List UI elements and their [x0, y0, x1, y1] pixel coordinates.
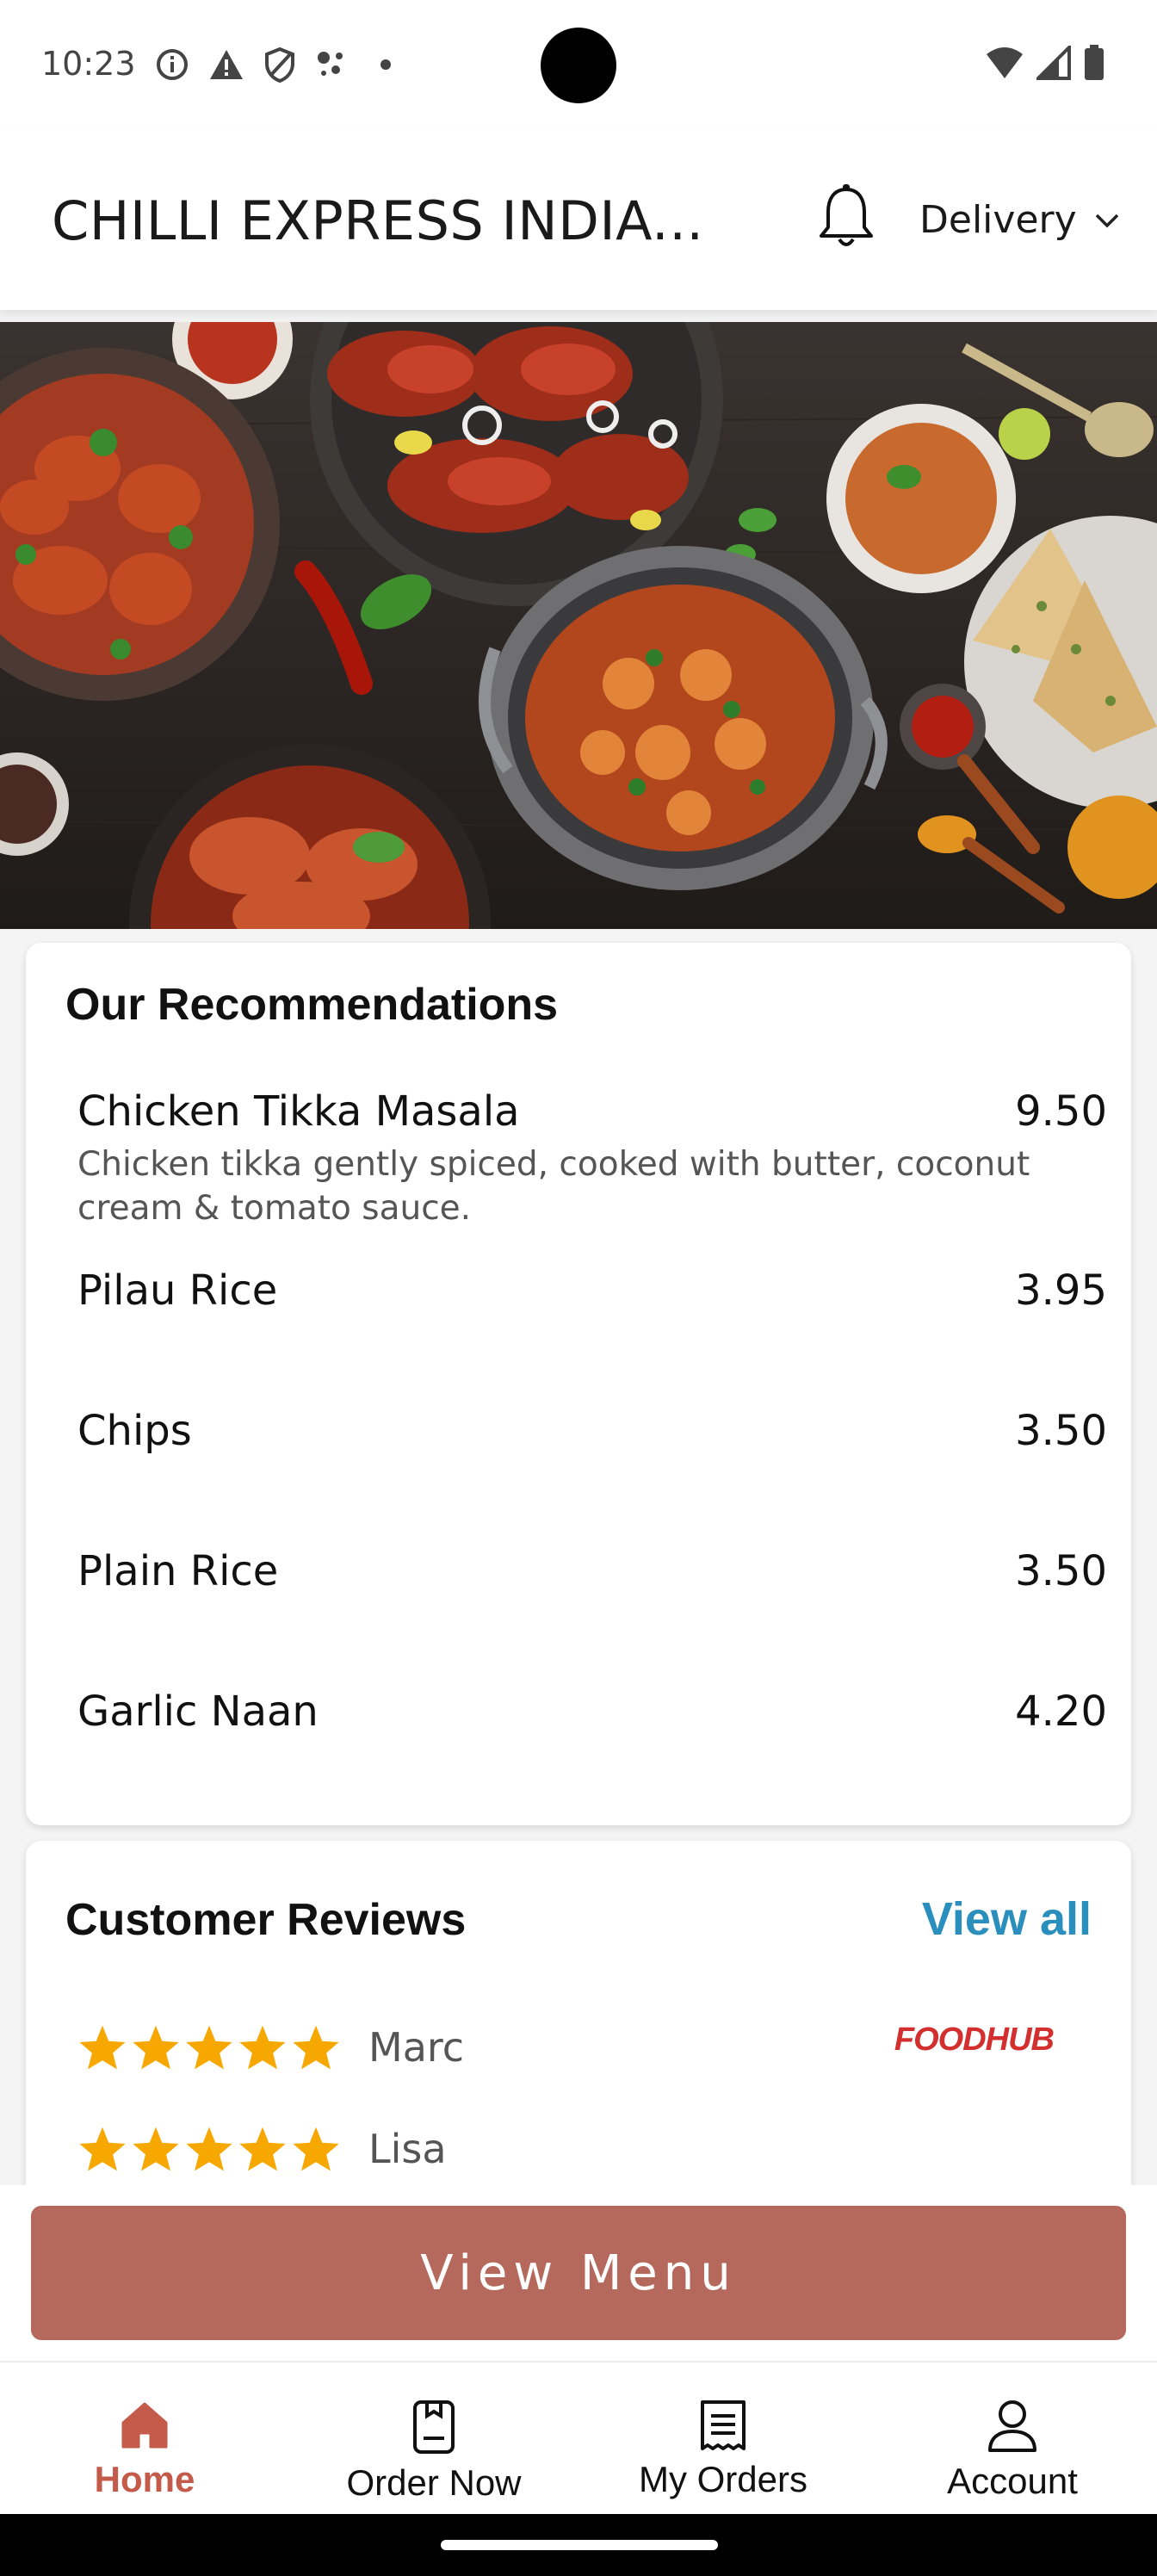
nav-my-orders-label: My Orders [638, 2459, 807, 2499]
status-icons-left [155, 46, 403, 83]
app-header: CHILLI EXPRESS INDIA... Delivery [0, 129, 1157, 310]
menu-item-name: Garlic Naan [77, 1687, 319, 1736]
star-icon [293, 2127, 339, 2171]
menu-item-price: 4.20 [1015, 1687, 1107, 1736]
view-menu-button[interactable]: View Menu [31, 2206, 1126, 2340]
restaurant-name: CHILLI EXPRESS INDIA... [52, 189, 704, 252]
star-icon [293, 2025, 339, 2070]
bottom-navigation: Home Order Now My Orders Account [0, 2361, 1157, 2516]
bell-icon [820, 184, 873, 246]
app-screen: 10:23 CHILLI EXPRESS INDIA... Delivery O… [0, 0, 1157, 2576]
star-icon [133, 2025, 179, 2070]
menu-item-name: Chips [77, 1407, 192, 1455]
nav-home-label: Home [94, 2459, 195, 2499]
menu-item-name: Chicken Tikka Masala [77, 1087, 520, 1136]
reviewer-name: Marc [368, 2024, 465, 2071]
nav-my-orders[interactable]: My Orders [578, 2362, 868, 2516]
status-time: 10:23 [41, 45, 136, 83]
view-menu-bar: View Menu [0, 2185, 1157, 2361]
chevron-down-icon [1095, 214, 1118, 227]
nav-home[interactable]: Home [0, 2362, 289, 2516]
receipt-icon [701, 2400, 746, 2450]
reviews-title: Customer Reviews [65, 1895, 467, 1945]
nav-order-now[interactable]: Order Now [289, 2362, 578, 2516]
nav-account-label: Account [947, 2461, 1078, 2501]
star-rating [77, 2125, 341, 2173]
recommendations-card: Our Recommendations Chicken Tikka Masala… [26, 943, 1131, 1825]
review-item: Marc [77, 2023, 464, 2071]
recommendations-title: Our Recommendations [65, 980, 559, 1030]
view-all-reviews-link[interactable]: View all [922, 1892, 1092, 1946]
shield-icon [265, 46, 294, 83]
menu-item-price: 3.50 [1015, 1407, 1107, 1455]
status-bar: 10:23 [0, 0, 1157, 129]
assistant-dots-icon [318, 52, 343, 76]
info-icon [157, 49, 188, 80]
system-gesture-bar [0, 2514, 1157, 2576]
menu-item[interactable]: Chips 3.50 [77, 1407, 1107, 1467]
hero-banner [0, 322, 1157, 929]
nav-account[interactable]: Account [868, 2362, 1157, 2516]
menu-item[interactable]: Plain Rice 3.50 [77, 1547, 1107, 1607]
menu-item[interactable]: Chicken Tikka Masala 9.50 Chicken tikka … [77, 1087, 1107, 1234]
menu-item-name: Pilau Rice [77, 1266, 278, 1315]
foodhub-logo: FOODHUB [894, 2022, 1055, 2058]
star-icon [186, 2025, 232, 2070]
food-banner-illustration [0, 322, 1157, 929]
dot-icon [381, 59, 391, 70]
star-icon [239, 2025, 286, 2070]
notification-button[interactable] [816, 183, 876, 251]
home-icon [121, 2402, 168, 2449]
home-gesture-handle[interactable] [441, 2540, 718, 2550]
menu-item-price: 3.95 [1015, 1266, 1107, 1315]
battery-icon [1085, 45, 1104, 80]
menu-item-name: Plain Rice [77, 1547, 279, 1595]
account-icon [988, 2400, 1036, 2452]
review-item: Lisa [77, 2125, 447, 2173]
star-icon [133, 2127, 179, 2171]
wifi-icon [987, 47, 1023, 78]
menu-item-price: 3.50 [1015, 1547, 1107, 1595]
warning-icon [210, 50, 243, 79]
camera-cutout [541, 28, 616, 103]
star-icon [79, 2025, 126, 2070]
nav-order-now-label: Order Now [346, 2462, 522, 2503]
menu-item[interactable]: Garlic Naan 4.20 [77, 1687, 1107, 1748]
menu-item-description: Chicken tikka gently spiced, cooked with… [77, 1145, 1030, 1228]
star-rating [77, 2023, 341, 2071]
status-icons-right [985, 45, 1105, 81]
menu-item-price: 9.50 [1015, 1087, 1107, 1136]
menu-item[interactable]: Pilau Rice 3.95 [77, 1266, 1107, 1327]
order-mode-dropdown[interactable]: Delivery [919, 198, 1120, 242]
signal-icon [1036, 46, 1071, 80]
star-icon [186, 2127, 232, 2171]
reviewer-name: Lisa [368, 2126, 447, 2172]
star-icon [239, 2127, 286, 2171]
star-icon [79, 2127, 126, 2171]
order-icon [413, 2400, 455, 2454]
order-mode-label: Delivery [919, 198, 1077, 242]
